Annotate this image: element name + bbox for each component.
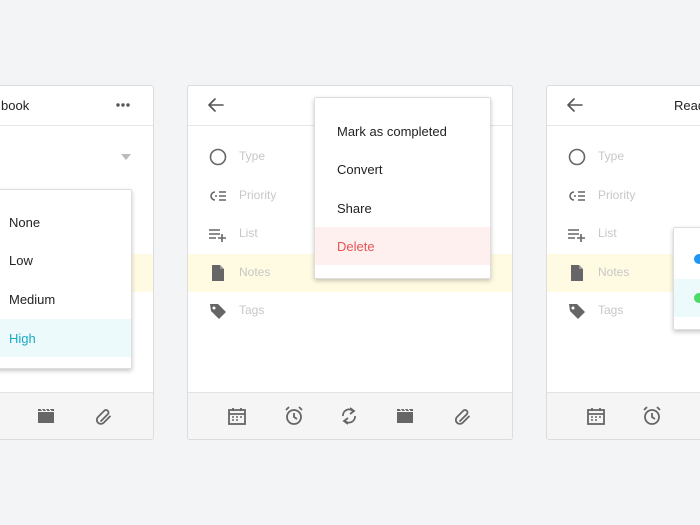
circle-icon <box>208 147 228 167</box>
note-icon <box>567 263 587 283</box>
back-arrow-icon[interactable] <box>208 98 224 112</box>
priority-option-low[interactable]: Low <box>0 241 131 279</box>
playlist-add-icon <box>567 224 587 244</box>
right-panel-title: Read <box>674 98 700 113</box>
menu-item-convert[interactable]: Convert <box>315 150 490 188</box>
calendar-icon[interactable] <box>227 406 247 426</box>
priority-row[interactable]: Priority <box>547 177 700 215</box>
video-icon[interactable] <box>395 406 415 426</box>
video-icon[interactable] <box>36 406 56 426</box>
priority-option-none[interactable]: None <box>0 203 131 241</box>
type-row[interactable]: Type <box>547 138 700 176</box>
more-options-icon[interactable] <box>115 100 131 110</box>
list-label: List <box>598 226 617 240</box>
playlist-add-icon <box>208 224 228 244</box>
list-picker-dropdown <box>673 227 700 330</box>
menu-item-share[interactable]: Share <box>315 189 490 227</box>
priority-icon <box>208 186 228 206</box>
left-panel-title: book <box>1 98 30 113</box>
list-option[interactable] <box>674 279 700 317</box>
list-label: List <box>239 226 258 240</box>
priority-label: Priority <box>598 188 636 202</box>
menu-item-mark-completed[interactable]: Mark as completed <box>315 112 490 150</box>
notes-label: Notes <box>598 265 630 279</box>
repeat-icon[interactable] <box>339 406 359 426</box>
center-panel-toolbar <box>188 392 512 439</box>
type-label: Type <box>598 149 625 163</box>
green-dot-icon <box>694 293 700 303</box>
tags-label: Tags <box>598 303 624 317</box>
left-panel-header: book <box>0 86 153 126</box>
tags-label: Tags <box>239 303 265 317</box>
attachment-icon[interactable] <box>453 406 473 426</box>
right-panel-toolbar <box>547 392 700 439</box>
priority-dropdown: None Low Medium High <box>0 189 132 369</box>
priority-label: Priority <box>239 188 277 202</box>
dropdown-caret-icon[interactable] <box>121 154 131 160</box>
notes-label: Notes <box>239 265 271 279</box>
list-option[interactable] <box>674 240 700 278</box>
calendar-icon[interactable] <box>586 406 606 426</box>
tag-icon <box>567 301 587 321</box>
attachment-icon[interactable] <box>94 406 114 426</box>
type-label: Type <box>239 149 266 163</box>
left-panel-toolbar <box>0 392 153 439</box>
back-arrow-icon[interactable] <box>567 98 583 112</box>
menu-item-delete[interactable]: Delete <box>315 227 490 265</box>
blue-dot-icon <box>694 254 700 264</box>
tags-row[interactable]: Tags <box>188 292 512 330</box>
note-icon <box>208 263 228 283</box>
alarm-icon[interactable] <box>642 406 662 426</box>
right-panel-header: Read <box>547 86 700 126</box>
priority-option-high[interactable]: High <box>0 319 131 357</box>
task-actions-menu: Mark as completed Convert Share Delete <box>314 97 491 279</box>
priority-option-medium[interactable]: Medium <box>0 280 131 318</box>
tag-icon <box>208 301 228 321</box>
circle-icon <box>567 147 587 167</box>
alarm-icon[interactable] <box>284 406 304 426</box>
priority-icon <box>567 186 587 206</box>
